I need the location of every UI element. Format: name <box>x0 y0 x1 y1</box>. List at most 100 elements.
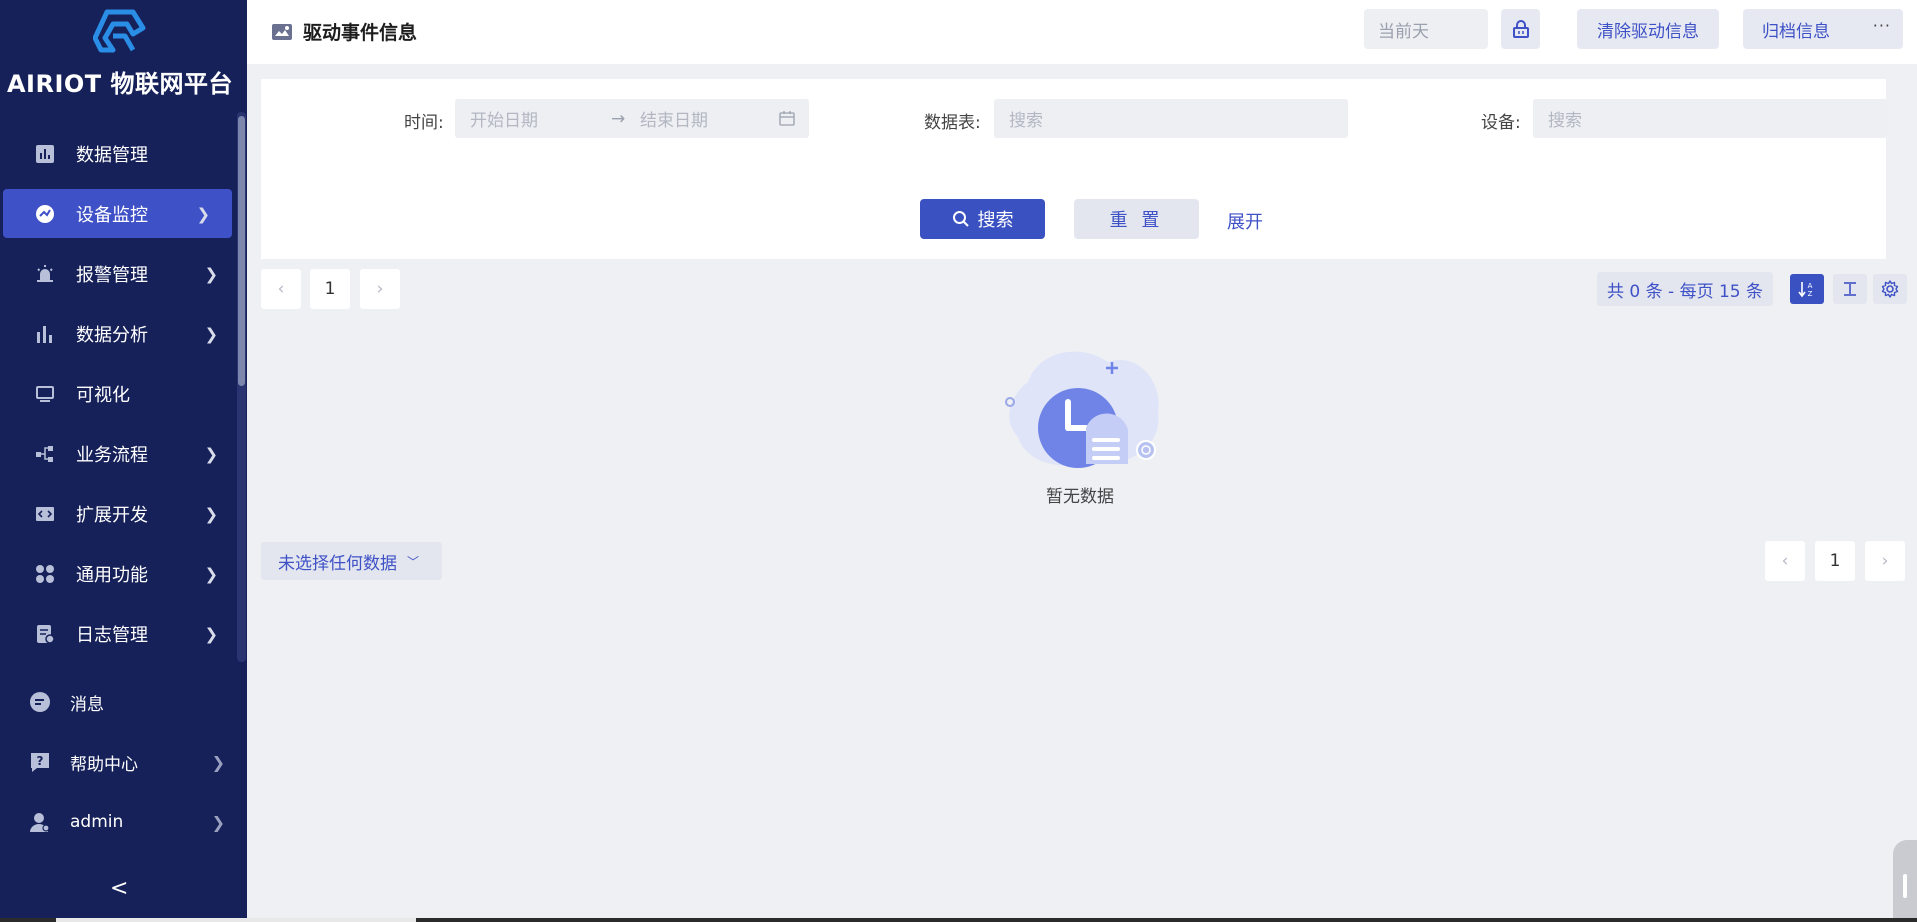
selection-dropdown[interactable]: 未选择任何数据 ﹀ <box>261 542 442 580</box>
sidebar-item-device-monitor[interactable]: 设备监控 ❯ <box>3 189 232 238</box>
sidebar-item-label: 业务流程 <box>76 445 148 466</box>
empty-illustration <box>998 342 1164 472</box>
sidebar-item-label: 日志管理 <box>76 625 148 646</box>
side-drawer-handle[interactable] <box>1893 840 1917 922</box>
current-day-placeholder: 当前天 <box>1378 21 1429 42</box>
search-button[interactable]: 搜索 <box>920 199 1045 239</box>
expand-link[interactable]: 展开 <box>1227 208 1263 234</box>
sidebar: AIRIOT 物联网平台 数据管理 设备监控 ❯ 报警管理 ❯ 数据分析 ❯ 可… <box>0 0 247 922</box>
sidebar-menu: 数据管理 设备监控 ❯ 报警管理 ❯ 数据分析 ❯ 可视化 业务流程 ❯ 扩展开… <box>0 124 240 664</box>
event-info-icon <box>271 23 293 41</box>
table-settings-button[interactable] <box>1873 274 1907 304</box>
sidebar-item-label: 消息 <box>70 694 104 715</box>
next-page-button[interactable]: › <box>360 269 400 309</box>
sidebar-item-alarm[interactable]: 报警管理 ❯ <box>0 244 240 304</box>
sidebar-item-data-analysis[interactable]: 数据分析 ❯ <box>0 304 240 364</box>
archive-info-button[interactable]: 归档信息 ··· <box>1743 9 1903 49</box>
brand-name: AIRIOT 物联网平台 <box>6 70 234 98</box>
sidebar-bottom-menu: 消息 ? 帮助中心 ❯ admin ❯ <box>0 672 247 852</box>
time-label: 时间: <box>404 113 444 133</box>
data-table-placeholder: 搜索 <box>1009 111 1043 131</box>
sidebar-item-messages[interactable]: 消息 <box>0 672 247 732</box>
chevron-right-icon: ❯ <box>204 624 218 644</box>
lock-icon <box>1512 20 1529 38</box>
sidebar-item-label: 扩展开发 <box>76 505 148 526</box>
date-range-picker[interactable]: 开始日期 → 结束日期 <box>455 99 809 138</box>
sidebar-item-visualization[interactable]: 可视化 <box>0 364 240 424</box>
sidebar-item-help-center[interactable]: ? 帮助中心 ❯ <box>0 732 247 792</box>
reset-button[interactable]: 重 置 <box>1074 199 1199 239</box>
selection-label: 未选择任何数据 <box>278 553 397 574</box>
user-icon <box>28 810 52 834</box>
calendar-icon[interactable] <box>779 110 795 131</box>
bottom-page-number[interactable]: 1 <box>1815 541 1855 581</box>
sidebar-item-label: 数据分析 <box>76 325 148 346</box>
svg-text:A: A <box>1808 282 1813 290</box>
sidebar-item-label: 设备监控 <box>76 204 148 226</box>
chevron-right-icon: ❯ <box>204 264 218 284</box>
svg-text:?: ? <box>37 754 44 768</box>
data-table-label: 数据表: <box>924 113 981 133</box>
chevron-right-icon: ❯ <box>204 444 218 464</box>
chevron-right-icon: ❯ <box>211 752 225 772</box>
page-number[interactable]: 1 <box>310 269 350 309</box>
clear-driver-info-button[interactable]: 清除驱动信息 <box>1577 9 1719 49</box>
chevron-right-icon: ❯ <box>211 812 225 832</box>
total-count: 共 0 条 - 每页 15 条 <box>1597 272 1774 306</box>
search-icon <box>952 211 969 227</box>
chevron-left-icon: ‹ <box>277 279 285 299</box>
arrow-right-icon: → <box>611 108 626 129</box>
filter-panel: 时间: 开始日期 → 结束日期 数据表: 搜索 设备: 搜索 搜索 重 置 展开 <box>261 79 1887 259</box>
device-placeholder: 搜索 <box>1548 111 1582 131</box>
sidebar-item-common-functions[interactable]: 通用功能 ❯ <box>0 544 240 604</box>
chevron-down-icon: ﹀ <box>407 554 420 569</box>
row-height-icon <box>1844 282 1856 296</box>
flow-icon <box>34 443 56 465</box>
collapse-sidebar-button[interactable]: < <box>110 876 128 901</box>
more-icon[interactable]: ··· <box>1873 16 1891 35</box>
logo[interactable]: AIRIOT 物联网平台 <box>0 8 240 99</box>
sidebar-item-business-flow[interactable]: 业务流程 ❯ <box>0 424 240 484</box>
chevron-left-icon: ‹ <box>1781 551 1789 571</box>
log-icon <box>34 623 56 645</box>
sidebar-item-extension-dev[interactable]: 扩展开发 ❯ <box>0 484 240 544</box>
end-date-input[interactable]: 结束日期 <box>640 106 708 131</box>
bottom-next-page-button[interactable]: › <box>1865 541 1905 581</box>
archive-info-label: 归档信息 <box>1762 21 1830 42</box>
apps-icon <box>34 563 56 585</box>
sort-button[interactable]: AZ <box>1790 274 1824 304</box>
alarm-icon <box>34 263 56 285</box>
page-title: 驱动事件信息 <box>271 18 417 45</box>
bottom-prev-page-button[interactable]: ‹ <box>1765 541 1805 581</box>
message-icon <box>28 690 52 714</box>
search-button-label: 搜索 <box>977 210 1014 231</box>
bar-chart-icon <box>34 323 56 345</box>
chevron-right-icon: › <box>1881 551 1889 571</box>
sidebar-item-label: 通用功能 <box>76 565 148 586</box>
sidebar-item-label: admin <box>70 812 124 832</box>
sidebar-item-label: 帮助中心 <box>70 754 138 775</box>
svg-text:Z: Z <box>1808 290 1813 298</box>
data-table-search-input[interactable]: 搜索 <box>994 99 1348 138</box>
current-day-select[interactable]: 当前天 <box>1364 9 1488 49</box>
page-title-text: 驱动事件信息 <box>303 22 418 44</box>
row-height-button[interactable] <box>1833 274 1867 304</box>
sidebar-item-log-management[interactable]: 日志管理 ❯ <box>0 604 240 664</box>
monitor-icon <box>34 383 56 405</box>
empty-state-text: 暂无数据 <box>1046 487 1114 507</box>
sidebar-item-data-management[interactable]: 数据管理 <box>0 124 240 184</box>
chevron-right-icon: ❯ <box>196 204 210 223</box>
sidebar-item-label: 报警管理 <box>76 265 148 286</box>
sidebar-item-user[interactable]: admin ❯ <box>0 792 247 852</box>
data-management-icon <box>34 143 56 165</box>
device-monitor-icon <box>34 203 56 225</box>
device-label: 设备: <box>1481 113 1521 133</box>
bottom-bar-highlight <box>56 918 416 922</box>
code-icon <box>34 503 56 525</box>
sidebar-item-label: 可视化 <box>76 385 130 406</box>
prev-page-button[interactable]: ‹ <box>261 269 301 309</box>
device-search-input[interactable]: 搜索 <box>1533 99 1887 138</box>
lock-button[interactable] <box>1501 9 1540 49</box>
start-date-input[interactable]: 开始日期 <box>470 106 538 131</box>
chevron-right-icon: ❯ <box>204 504 218 524</box>
